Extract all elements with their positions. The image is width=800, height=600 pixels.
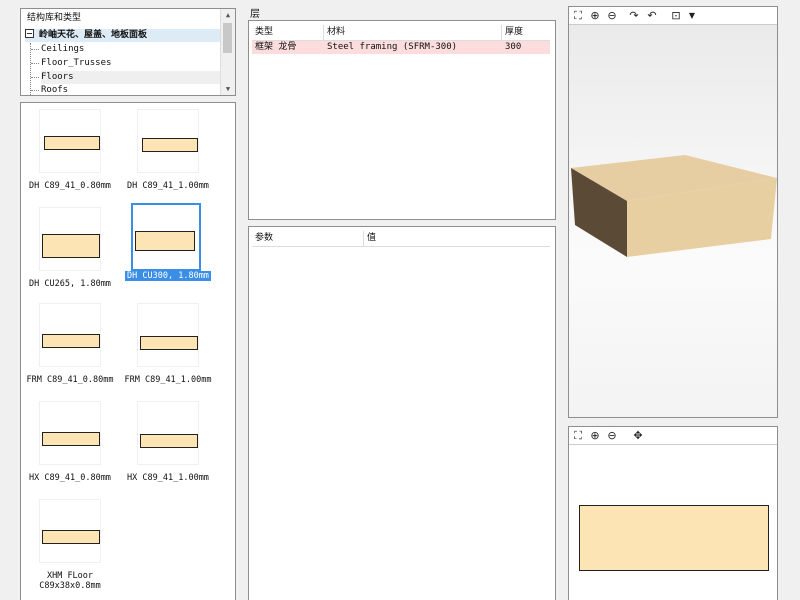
zoom-in-icon[interactable]: ⊕ bbox=[588, 9, 602, 23]
profile-label: XHM FLoor C89x38x0.8mm bbox=[39, 571, 101, 591]
fit-extents-icon[interactable]: ⛶ bbox=[571, 429, 585, 443]
column-header-type[interactable]: 类型 bbox=[252, 25, 324, 40]
scroll-up-icon[interactable]: ▲ bbox=[221, 9, 235, 21]
rotate-left-icon[interactable]: ↷ bbox=[627, 9, 641, 23]
profile-label: DH CU300, 1.80mm bbox=[125, 271, 211, 281]
column-header-parameter[interactable]: 参数 bbox=[252, 231, 364, 246]
profile-thumbnail bbox=[39, 499, 101, 563]
tree-root-node[interactable]: 岭岫天花、屋盖、地板面板 bbox=[25, 29, 221, 42]
rotate-right-icon[interactable]: ↶ bbox=[645, 9, 659, 23]
zoom-in-icon[interactable]: ⊕ bbox=[588, 429, 602, 443]
profile-section-shape bbox=[579, 505, 769, 571]
cell-material: Steel framing (SFRM-300) bbox=[327, 42, 458, 52]
parameters-table[interactable]: 参数 值 bbox=[248, 226, 556, 600]
column-header-thickness[interactable]: 厚度 bbox=[502, 25, 550, 40]
profile-thumbnail bbox=[39, 207, 101, 271]
scroll-down-icon[interactable]: ▼ bbox=[221, 83, 235, 95]
profile-label: DH C89_41_0.80mm bbox=[29, 181, 111, 191]
tree-item-floor-trusses[interactable]: Floor_Trusses bbox=[31, 57, 221, 70]
layers-header: 类型 材料 厚度 bbox=[252, 25, 550, 41]
zoom-out-icon[interactable]: ⊖ bbox=[605, 9, 619, 23]
tree-title: 结构库和类型 bbox=[27, 13, 82, 23]
profile-label: HX C89_41_0.80mm bbox=[29, 473, 111, 483]
layers-table[interactable]: 类型 材料 厚度 框架 龙骨 Steel framing (SFRM-300) … bbox=[248, 20, 556, 220]
column-header-value[interactable]: 值 bbox=[364, 231, 550, 246]
dropdown-icon[interactable]: ▼ bbox=[685, 9, 699, 23]
tree-item-ceilings[interactable]: Ceilings bbox=[31, 43, 221, 56]
tree-root-label: 岭岫天花、屋盖、地板面板 bbox=[39, 30, 148, 40]
tree-item-floors[interactable]: Floors bbox=[31, 71, 221, 84]
fit-extents-icon[interactable]: ⛶ bbox=[571, 9, 585, 23]
2d-section-preview[interactable]: ⛶ ⊕ ⊖ ✥ bbox=[568, 426, 778, 600]
zoom-out-icon[interactable]: ⊖ bbox=[605, 429, 619, 443]
profile-thumbnail bbox=[39, 401, 101, 465]
3d-preview[interactable]: ⛶ ⊕ ⊖ ↷ ↶ ⊡ ▼ bbox=[568, 6, 778, 418]
cell-thickness: 300 bbox=[505, 42, 522, 52]
profile-thumbnail bbox=[137, 401, 199, 465]
profile-thumbnail bbox=[39, 109, 101, 173]
tree-item-roofs[interactable]: Roofs bbox=[31, 84, 221, 95]
window-edge bbox=[778, 0, 800, 600]
profile-label: DH CU265, 1.80mm bbox=[29, 279, 111, 289]
library-tree[interactable]: 结构库和类型 岭岫天花、屋盖、地板面板 Ceilings Floor_Truss… bbox=[20, 8, 236, 96]
profile-thumbnail bbox=[137, 109, 199, 173]
cell-type: 框架 龙骨 bbox=[255, 42, 297, 52]
2d-toolbar: ⛶ ⊕ ⊖ ✥ bbox=[569, 427, 777, 445]
profile-label: DH C89_41_1.00mm bbox=[127, 181, 209, 191]
column-header-material[interactable]: 材料 bbox=[324, 25, 502, 40]
tree-connector bbox=[30, 43, 32, 95]
tree-scrollbar[interactable]: ▲ ▼ bbox=[220, 9, 235, 95]
profile-label: FRM C89_41_1.00mm bbox=[124, 375, 212, 385]
pan-icon[interactable]: ✥ bbox=[631, 429, 645, 443]
profile-label: HX C89_41_1.00mm bbox=[127, 473, 209, 483]
profile-thumbnail bbox=[131, 203, 201, 271]
scroll-thumb[interactable] bbox=[223, 23, 232, 53]
table-row[interactable]: 框架 龙骨 Steel framing (SFRM-300) 300 bbox=[252, 41, 550, 54]
profile-label: FRM C89_41_0.80mm bbox=[26, 375, 114, 385]
3d-box-model bbox=[571, 155, 777, 257]
3d-toolbar: ⛶ ⊕ ⊖ ↷ ↶ ⊡ ▼ bbox=[569, 7, 777, 25]
collapse-icon[interactable] bbox=[25, 29, 34, 38]
view-cube-icon[interactable]: ⊡ bbox=[669, 9, 683, 23]
profile-thumbnail bbox=[137, 303, 199, 367]
layers-section-title: 层 bbox=[250, 9, 260, 20]
params-header: 参数 值 bbox=[252, 231, 550, 247]
profile-library[interactable]: DH C89_41_0.80mm DH C89_41_1.00mm DH CU2… bbox=[20, 102, 236, 600]
profile-thumbnail bbox=[39, 303, 101, 367]
